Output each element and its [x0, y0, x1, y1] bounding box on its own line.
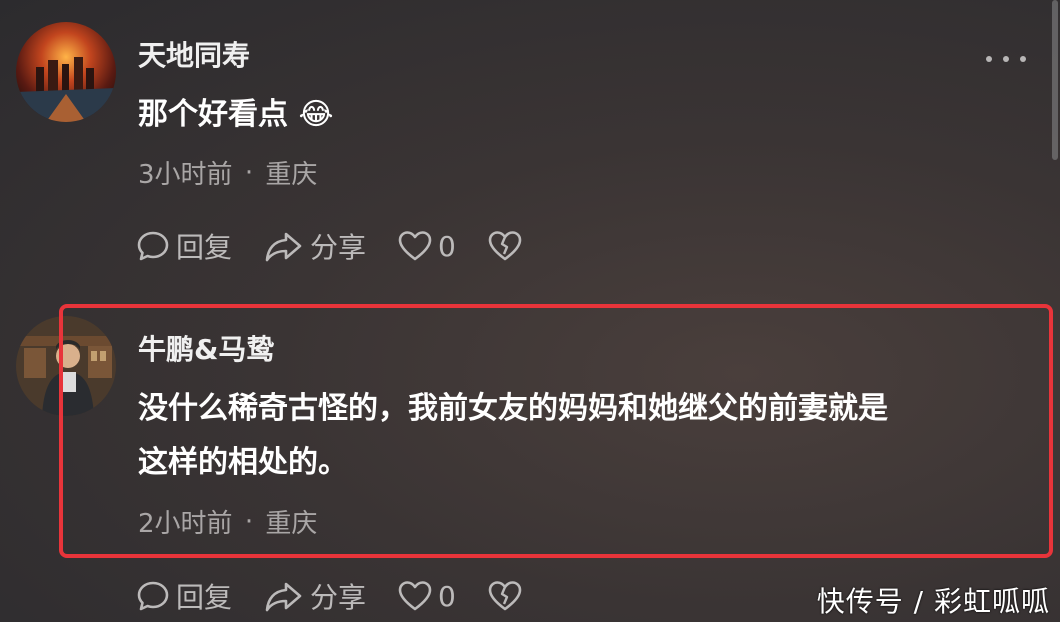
share-label: 分享	[310, 581, 367, 614]
username[interactable]: 天地同寿	[138, 34, 250, 74]
heart-icon	[398, 581, 432, 611]
heart-icon	[398, 231, 432, 261]
broken-heart-icon	[488, 581, 522, 611]
broken-heart-icon	[488, 231, 522, 261]
comment-bubble-icon	[137, 581, 169, 611]
comment-meta: 3小时前 · 重庆	[138, 154, 317, 191]
comment-actions: 回复 分享 0	[136, 226, 560, 266]
dislike-button[interactable]	[488, 230, 528, 262]
comment-text-body: 那个好看点	[138, 97, 288, 132]
share-arrow-icon	[265, 232, 302, 262]
more-options-icon[interactable]	[986, 56, 1026, 66]
comment-location: 重庆	[265, 160, 318, 190]
highlight-box	[59, 304, 1053, 558]
like-count: 0	[438, 229, 456, 263]
like-count: 0	[438, 579, 456, 613]
comment-text: 那个好看点 😂	[138, 88, 1028, 142]
dislike-button[interactable]	[488, 580, 528, 612]
reply-label: 回复	[176, 231, 233, 264]
meta-separator: ·	[244, 157, 254, 188]
scrollbar[interactable]	[1052, 0, 1058, 160]
avatar[interactable]	[16, 22, 116, 122]
share-button[interactable]: 分享	[264, 576, 366, 616]
reply-label: 回复	[176, 581, 233, 614]
reply-button[interactable]: 回复	[136, 576, 232, 616]
comment-actions: 回复 分享 0	[136, 576, 560, 616]
like-button[interactable]: 0	[398, 580, 456, 613]
share-button[interactable]: 分享	[264, 226, 366, 266]
comment-bubble-icon	[137, 231, 169, 261]
comment-time: 3小时前	[138, 160, 233, 190]
reply-button[interactable]: 回复	[136, 226, 232, 266]
like-button[interactable]: 0	[398, 230, 456, 263]
watermark: 快传号 / 彩虹呱呱	[816, 585, 1050, 618]
share-label: 分享	[310, 231, 367, 264]
laughing-emoji-icon: 😂	[298, 97, 334, 132]
share-arrow-icon	[265, 582, 302, 612]
